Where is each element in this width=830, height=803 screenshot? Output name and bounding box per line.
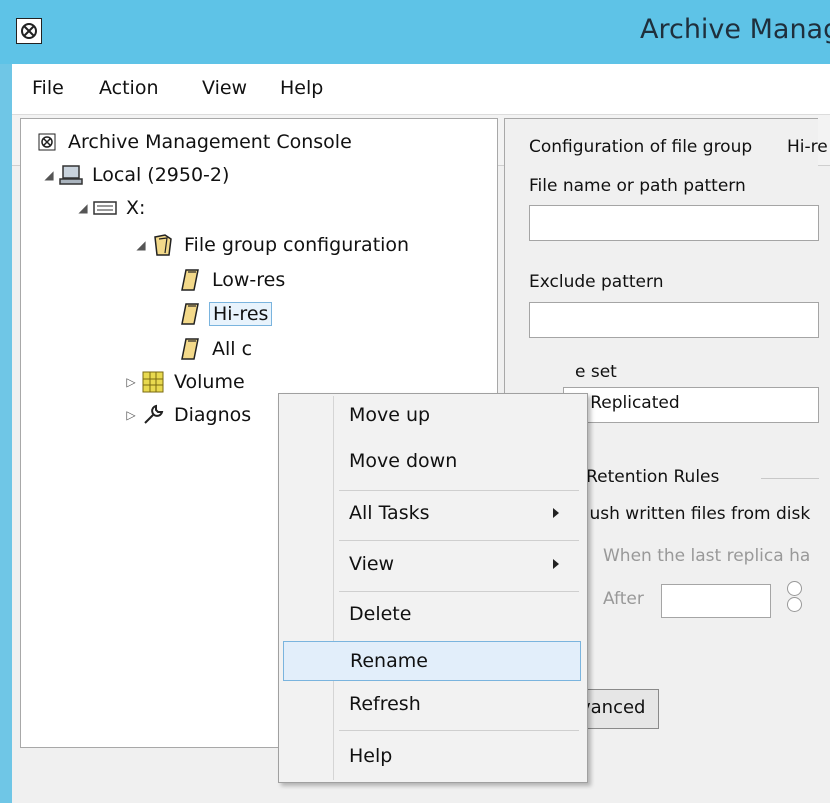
tree-label-root: Archive Management Console — [68, 131, 352, 153]
collapse-arrow-icon[interactable]: ◢ — [39, 168, 59, 182]
computer-icon — [59, 163, 83, 187]
context-menu-refresh[interactable]: Refresh — [283, 685, 581, 725]
radio-option-2[interactable] — [787, 597, 802, 612]
tree-label-all: All c — [212, 338, 253, 360]
menu-action[interactable]: Action — [99, 77, 159, 99]
tree-item-all[interactable]: All c — [179, 334, 255, 364]
tree-label-volume: Volume — [174, 371, 245, 393]
tree-item-file-group-config[interactable]: ◢ File group configuration — [131, 230, 412, 260]
expand-arrow-icon[interactable]: ▷ — [121, 375, 141, 389]
volume-grid-icon — [141, 370, 165, 394]
collapse-arrow-icon[interactable]: ◢ — [131, 238, 151, 252]
radio-option-1[interactable] — [787, 581, 802, 596]
file-pattern-label: File name or path pattern — [529, 176, 746, 196]
tree-item-diagnostics[interactable]: ▷ Diagnos — [121, 400, 254, 430]
group-box-line — [761, 478, 819, 479]
context-menu: Move up Move down All Tasks View Delete … — [278, 393, 588, 783]
tree-item-local[interactable]: ◢ Local (2950-2) — [39, 160, 232, 190]
folder-group-icon — [151, 233, 175, 257]
config-label: Configuration of file group — [529, 137, 753, 157]
menu-item-label: Move up — [349, 404, 431, 426]
tree-label-hi-res: Hi-res — [209, 302, 273, 326]
drive-icon — [93, 196, 117, 220]
set-select[interactable]: 6 Replicated — [563, 387, 819, 423]
tree-label-low-res: Low-res — [212, 269, 286, 291]
context-menu-delete[interactable]: Delete — [283, 595, 581, 635]
wrench-icon — [141, 403, 165, 427]
tree-item-volume[interactable]: ▷ Volume — [121, 367, 248, 397]
menu-help[interactable]: Help — [280, 77, 323, 99]
title-bar: Archive Manag — [0, 0, 830, 64]
context-menu-all-tasks[interactable]: All Tasks — [283, 494, 581, 534]
file-group-icon — [179, 337, 203, 361]
set-select-value: 6 Replicated — [574, 393, 680, 413]
app-icon[interactable] — [16, 18, 42, 44]
collapse-arrow-icon[interactable]: ◢ — [73, 201, 93, 215]
context-menu-view[interactable]: View — [283, 545, 581, 585]
console-icon — [35, 130, 59, 154]
menu-separator — [339, 591, 579, 592]
expand-arrow-icon[interactable]: ▷ — [121, 408, 141, 422]
menu-item-label: Rename — [350, 650, 428, 672]
when-label[interactable]: When the last replica ha — [603, 546, 810, 566]
tree-item-hi-res[interactable]: Hi-res — [179, 299, 273, 329]
exclude-label: Exclude pattern — [529, 272, 664, 292]
exclude-input[interactable] — [529, 302, 819, 338]
tree-label-file-group-config: File group configuration — [184, 234, 410, 256]
submenu-arrow-icon — [553, 508, 559, 518]
menu-separator — [339, 490, 579, 491]
flush-label[interactable]: Flush written files from disk — [575, 504, 810, 524]
file-pattern-input[interactable] — [529, 205, 819, 241]
menu-separator — [339, 540, 579, 541]
menu-bar: File Action View Help — [12, 64, 830, 115]
after-input[interactable] — [661, 584, 771, 618]
context-menu-move-up[interactable]: Move up — [283, 396, 581, 436]
context-menu-help[interactable]: Help — [283, 737, 581, 777]
menu-item-label: Help — [349, 745, 393, 767]
menu-item-label: Move down — [349, 450, 458, 472]
tree-label-local: Local (2950-2) — [92, 164, 230, 186]
window-title: Archive Manag — [640, 14, 830, 45]
menu-item-label: Delete — [349, 603, 412, 625]
menu-item-label: Refresh — [349, 693, 421, 715]
config-value: Hi-re — [787, 137, 828, 157]
submenu-arrow-icon — [553, 559, 559, 569]
tree-item-drive[interactable]: ◢ X: — [73, 193, 148, 223]
menu-view[interactable]: View — [202, 77, 247, 99]
tree-item-low-res[interactable]: Low-res — [179, 265, 288, 295]
file-group-icon — [179, 268, 203, 292]
retention-label: : Retention Rules — [575, 467, 720, 487]
context-menu-rename[interactable]: Rename — [283, 641, 581, 681]
file-group-icon — [179, 302, 203, 326]
set-label: e set — [575, 362, 617, 382]
menu-item-label: View — [349, 553, 395, 575]
menu-separator — [339, 730, 579, 731]
menu-file[interactable]: File — [32, 77, 64, 99]
tree-label-diagnostics: Diagnos — [174, 404, 252, 426]
context-menu-move-down[interactable]: Move down — [283, 442, 581, 482]
tree-label-drive: X: — [126, 197, 146, 219]
menu-item-label: All Tasks — [349, 502, 430, 524]
tree-item-root[interactable]: Archive Management Console — [35, 127, 355, 157]
after-label[interactable]: After — [603, 589, 644, 609]
